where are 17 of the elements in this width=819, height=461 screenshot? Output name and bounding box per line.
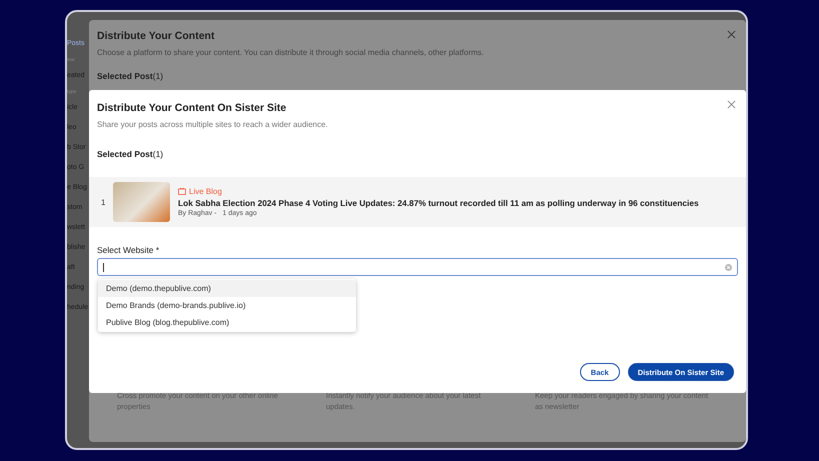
selected-post-label: Selected Post(1)	[97, 71, 164, 81]
selected-post-label: Selected Post(1)	[97, 149, 164, 159]
post-index: 1	[101, 198, 105, 206]
close-icon[interactable]	[727, 30, 736, 39]
clear-icon[interactable]	[725, 264, 732, 270]
dialog-title: Distribute Your Content	[97, 30, 214, 42]
field-label: Select Website *	[96, 245, 160, 255]
dialog-title: Distribute Your Content On Sister Site	[97, 102, 286, 114]
dropdown-option[interactable]: Demo (demo.thepublive.com)	[98, 280, 356, 297]
dialog-description: Choose a platform to share your content. You can distribute it through social media channels, other platforms.	[97, 48, 485, 57]
dropdown-option[interactable]: Demo Brands (demo-brands.publive.io)	[98, 297, 356, 314]
post-title: Lok Sabha Election 2024 Phase 4 Voting Live Updates: 24.87% turnout recorded till 11 am as polling underway in 96 constituencies	[178, 198, 699, 208]
photo-placeholder	[113, 182, 170, 222]
close-icon[interactable]	[727, 100, 736, 109]
post-tag: Live Blog	[178, 187, 222, 196]
dialog-description: Share your posts across multiple sites to reach a wider audience.	[97, 120, 329, 129]
dropdown-option[interactable]: Publive Blog (blog.thepublive.com)	[98, 314, 356, 331]
